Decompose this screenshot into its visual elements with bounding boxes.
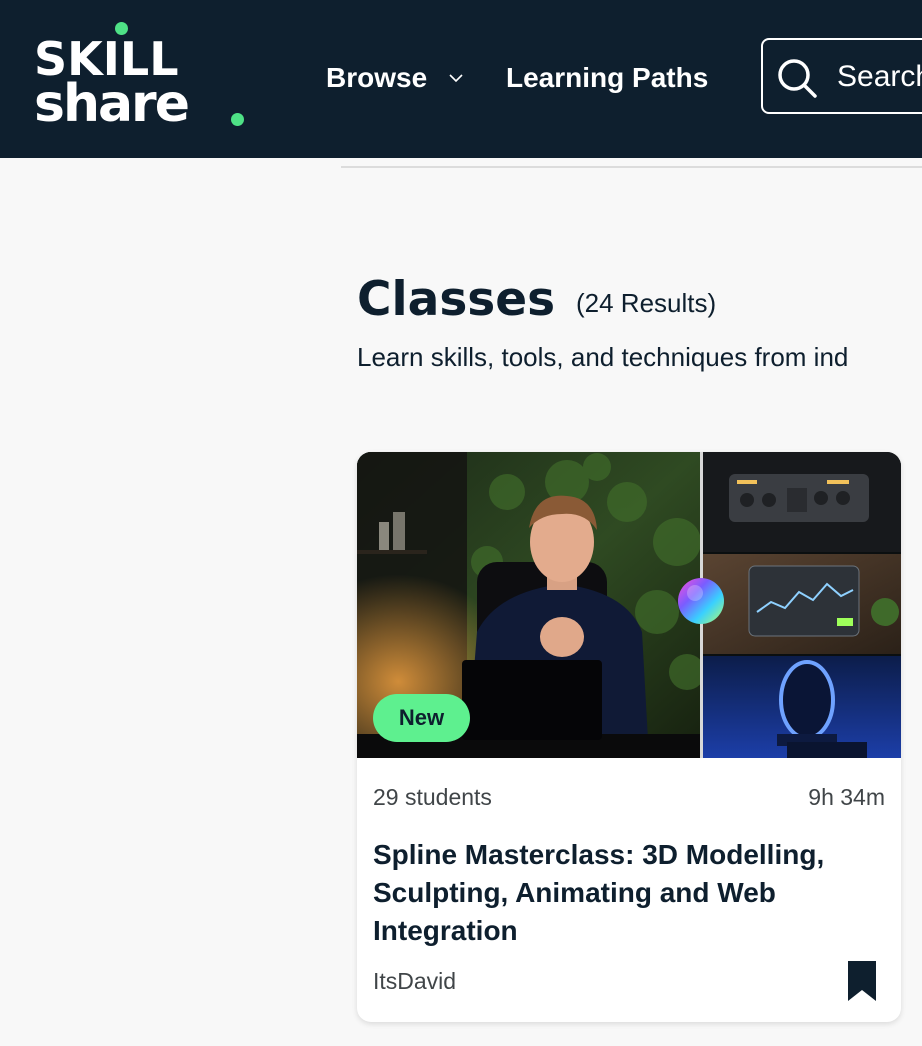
bookmark-icon[interactable]	[847, 960, 877, 1002]
learning-paths-link[interactable]: Learning Paths	[506, 58, 708, 98]
new-badge: New	[373, 694, 470, 742]
page-subtitle: Learn skills, tools, and techniques from…	[357, 342, 849, 372]
browse-menu-button[interactable]: Browse	[326, 58, 465, 98]
class-title[interactable]: Spline Masterclass: 3D Modelling, Sculpt…	[373, 836, 878, 950]
browse-label: Browse	[326, 62, 428, 93]
class-duration: 9h 34m	[808, 784, 885, 810]
class-thumbnail[interactable]: New	[357, 452, 901, 758]
search-icon[interactable]	[775, 56, 819, 100]
class-card[interactable]: New 29 students 9h 34m Spline Masterclas…	[357, 452, 901, 1022]
section-divider	[341, 166, 922, 168]
search-bar[interactable]	[761, 38, 922, 114]
logo-accent-dot-end	[231, 113, 244, 126]
chevron-down-icon	[447, 69, 465, 87]
student-count: 29 students	[373, 784, 492, 810]
learning-paths-label: Learning Paths	[506, 62, 709, 93]
page-title: Classes	[357, 272, 556, 327]
skillshare-logo[interactable]: SKILL share	[34, 22, 254, 134]
teacher-name[interactable]: ItsDavid	[373, 966, 456, 996]
search-input[interactable]	[837, 54, 922, 100]
logo-text-line2: share	[34, 74, 190, 134]
results-count: (24 Results)	[576, 288, 717, 318]
top-navigation-bar: SKILL share Browse Learning Paths	[0, 0, 922, 158]
